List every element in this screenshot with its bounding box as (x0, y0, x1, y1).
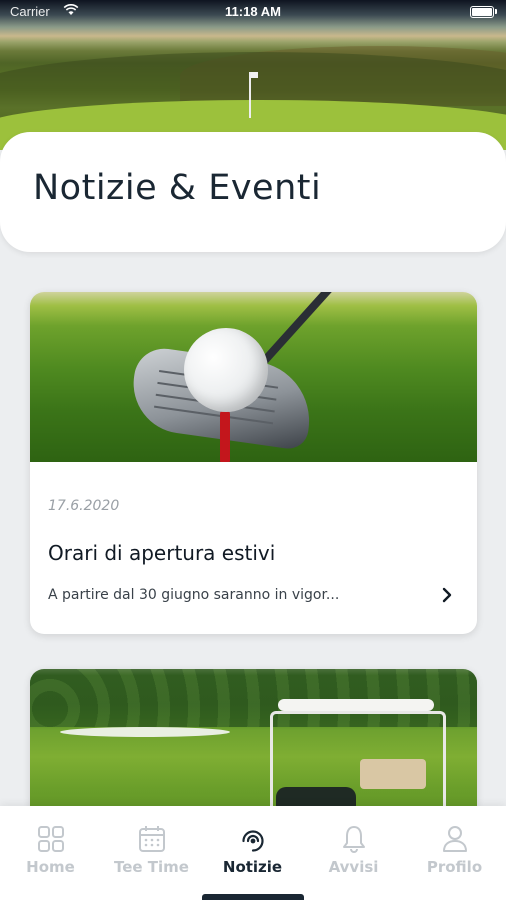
tab-label: Home (26, 858, 75, 876)
status-bar: Carrier 11:18 AM (0, 0, 506, 24)
chevron-right-icon[interactable] (435, 583, 459, 607)
battery-tip (495, 9, 497, 14)
grid-icon (37, 826, 64, 852)
flag-pin (249, 72, 258, 118)
news-card[interactable]: 17.6.2020 Orari di apertura estivi A par… (30, 292, 477, 634)
tab-avvisi[interactable]: Avvisi (303, 824, 404, 876)
golf-tee (220, 410, 230, 462)
tab-tee-time[interactable]: Tee Time (101, 824, 202, 876)
calendar-icon (138, 826, 165, 852)
page-title: Notizie & Eventi (33, 168, 322, 208)
news-excerpt: A partire dal 30 giugno saranno in vigor… (48, 587, 340, 603)
news-image (30, 669, 477, 829)
tab-label: Tee Time (114, 858, 189, 876)
active-tab-indicator (202, 894, 304, 900)
bunker (60, 727, 230, 737)
golf-cart-seat (360, 759, 426, 789)
bell-icon (342, 826, 365, 853)
battery-icon (470, 6, 494, 18)
tab-profilo[interactable]: Profilo (404, 824, 505, 876)
bottom-tab-bar: Home Tee Time Notizie Avvisi Profilo (0, 806, 506, 900)
page-header-card: Notizie & Eventi (0, 132, 506, 252)
news-image (30, 292, 477, 462)
news-date: 17.6.2020 (48, 498, 120, 514)
tab-label: Avvisi (328, 858, 379, 876)
user-icon (442, 826, 467, 852)
news-title: Orari di apertura estivi (48, 541, 276, 565)
tab-notizie[interactable]: Notizie (202, 824, 303, 876)
golf-ball (184, 328, 268, 412)
news-card[interactable] (30, 669, 477, 829)
golf-cart-roof (278, 699, 434, 711)
news-signal-icon (241, 830, 264, 852)
status-time: 11:18 AM (225, 4, 281, 19)
tab-label: Notizie (222, 858, 283, 876)
tab-home[interactable]: Home (0, 824, 101, 876)
tab-label: Profilo (426, 858, 483, 876)
